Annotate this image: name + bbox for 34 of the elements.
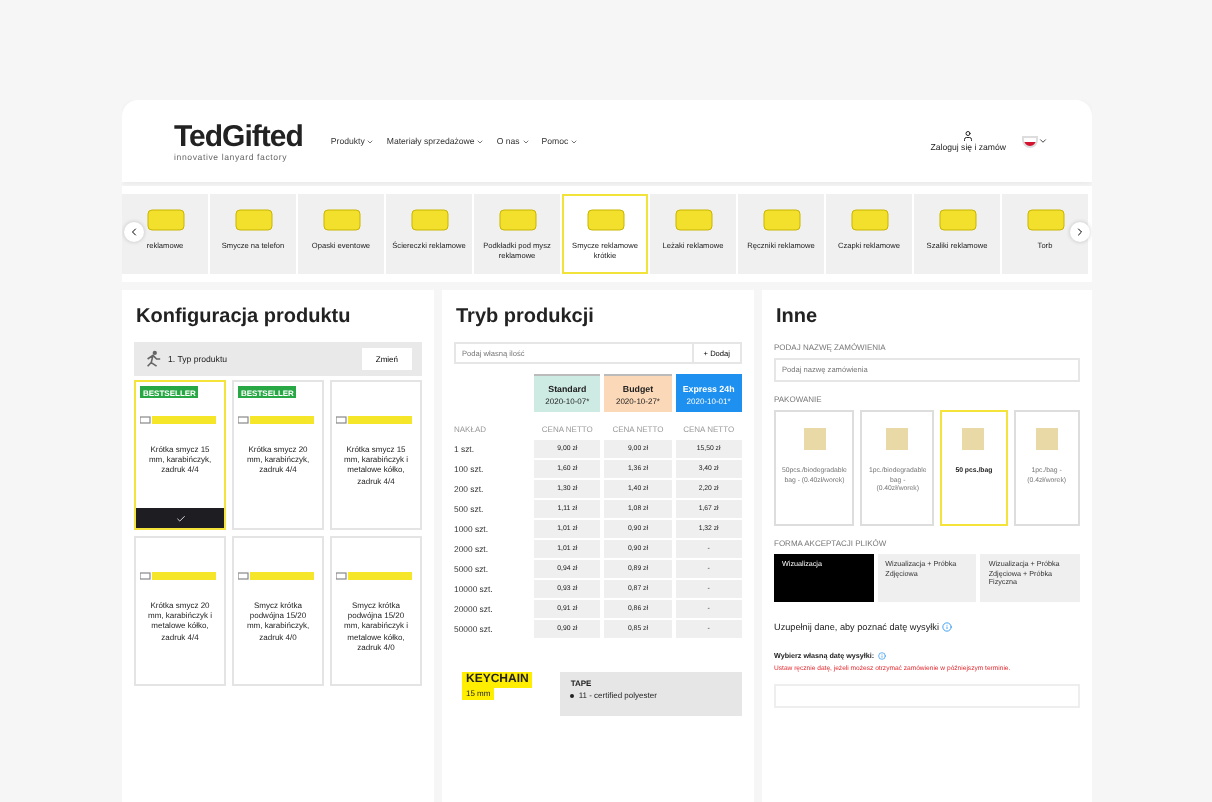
section-title: Inne xyxy=(776,306,820,328)
check-icon xyxy=(175,513,185,523)
product-drawing xyxy=(1023,204,1067,236)
lanyard-icon xyxy=(336,570,416,582)
lanyard-icon xyxy=(238,414,318,426)
product-drawing xyxy=(319,204,363,236)
caret-icon[interactable] xyxy=(1038,136,1048,146)
runner-icon xyxy=(144,350,162,368)
photo-placeholder xyxy=(962,428,985,450)
product-drawing xyxy=(495,204,539,236)
product-drawing xyxy=(583,204,627,236)
logo[interactable]: TedGifted xyxy=(174,121,303,151)
photo-placeholder xyxy=(1035,428,1058,450)
section-title: Tryb produkcji xyxy=(456,306,596,328)
product-drawing xyxy=(935,204,979,236)
lanyard-icon xyxy=(336,414,416,426)
product-drawing xyxy=(671,204,715,236)
product-drawing xyxy=(847,204,891,236)
user-icon xyxy=(962,130,975,142)
product-drawing xyxy=(407,204,451,236)
flag-icon[interactable] xyxy=(1022,135,1038,147)
info-icon[interactable] xyxy=(942,622,953,632)
lanyard-icon xyxy=(140,414,220,426)
product-drawing xyxy=(759,204,803,236)
product-drawing xyxy=(143,204,187,236)
product-drawing xyxy=(231,204,275,236)
lanyard-icon xyxy=(140,570,220,582)
chevron-right-icon xyxy=(1074,226,1086,238)
photo-placeholder xyxy=(886,428,909,450)
photo-placeholder xyxy=(803,428,826,450)
chevron-left-icon xyxy=(128,226,140,238)
section-title: Konfiguracja produktu xyxy=(136,306,353,328)
lanyard-icon xyxy=(238,570,318,582)
info-icon[interactable] xyxy=(878,652,887,660)
